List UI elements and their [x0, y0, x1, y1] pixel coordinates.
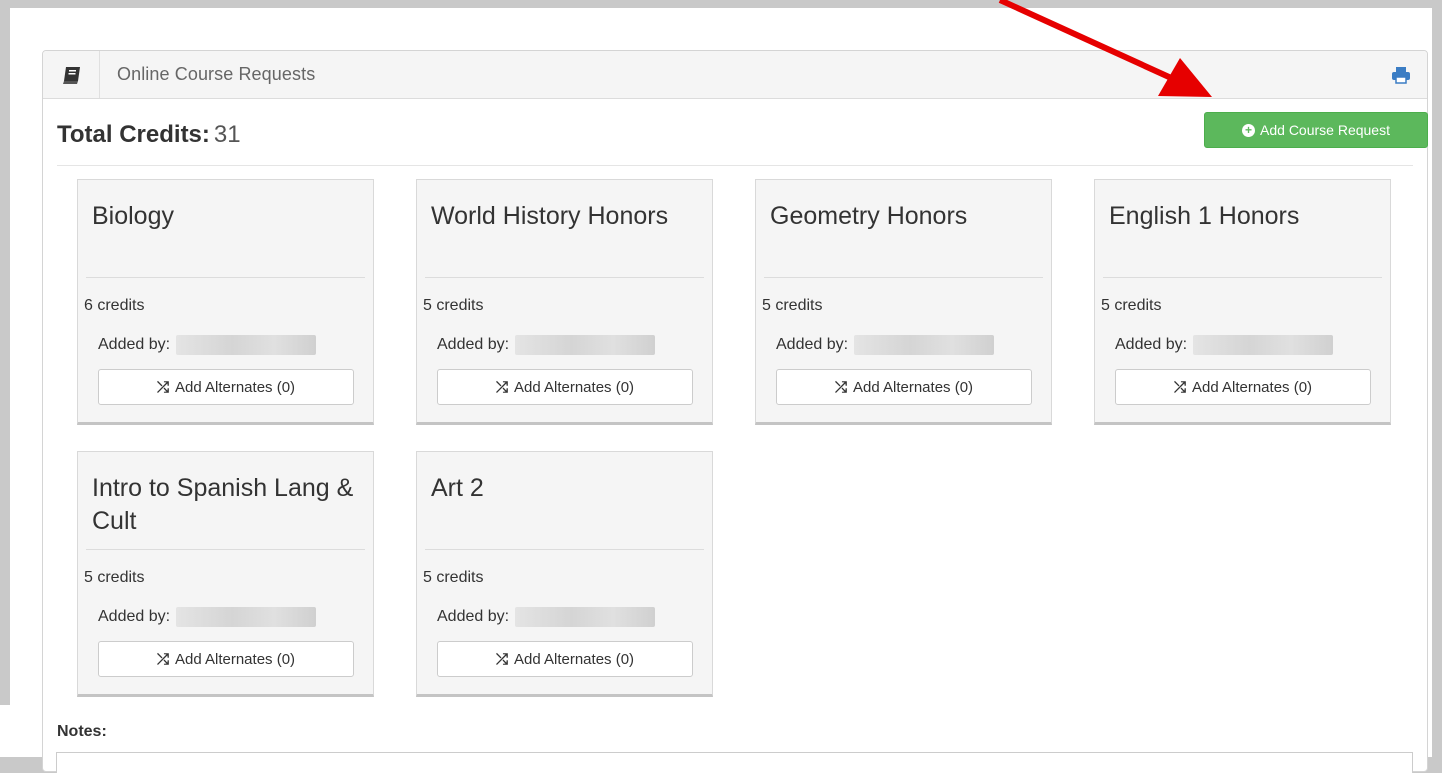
- redacted-name: [854, 335, 995, 355]
- added-by-label: Added by:: [437, 608, 510, 625]
- add-alternates-button[interactable]: ⤮ Add Alternates (0): [437, 641, 693, 677]
- course-title: Geometry Honors: [770, 202, 968, 230]
- card-divider: [425, 549, 704, 550]
- added-by: Added by:: [98, 607, 317, 627]
- add-alternates-button[interactable]: ⤮ Add Alternates (0): [437, 369, 693, 405]
- course-title: Art 2: [431, 474, 484, 502]
- total-credits-label: Total Credits:: [57, 121, 210, 148]
- total-credits-value: 31: [213, 121, 241, 148]
- add-alternates-button[interactable]: ⤮ Add Alternates (0): [1115, 369, 1371, 405]
- notes-label: Notes:: [57, 723, 107, 740]
- shuffle-icon: ⤮: [1173, 378, 1186, 396]
- card-divider: [86, 277, 365, 278]
- course-title: English 1 Honors: [1109, 202, 1300, 230]
- course-credits: 5 credits: [84, 569, 145, 586]
- add-alternates-label: Add Alternates (0): [174, 378, 296, 396]
- card-divider: [1103, 277, 1382, 278]
- add-alternates-label: Add Alternates (0): [1191, 378, 1313, 396]
- add-course-request-button[interactable]: + Add Course Request: [1204, 112, 1428, 148]
- redacted-name: [515, 607, 656, 627]
- add-alternates-label: Add Alternates (0): [513, 650, 635, 668]
- redacted-name: [176, 335, 317, 355]
- panel-title: Online Course Requests: [117, 64, 316, 84]
- course-card: English 1 Honors 5 credits Added by: ⤮ A…: [1094, 179, 1391, 425]
- added-by: Added by:: [437, 607, 656, 627]
- course-card: Art 2 5 credits Added by: ⤮ Add Alternat…: [416, 451, 713, 697]
- course-card: Geometry Honors 5 credits Added by: ⤮ Ad…: [755, 179, 1052, 425]
- add-alternates-label: Add Alternates (0): [513, 378, 635, 396]
- notes-textarea[interactable]: [56, 752, 1413, 773]
- course-requests-panel: Online Course Requests Total Credits: 31 …: [42, 50, 1428, 772]
- add-alternates-label: Add Alternates (0): [852, 378, 974, 396]
- redacted-name: [515, 335, 656, 355]
- redacted-name: [176, 607, 317, 627]
- added-by-label: Added by:: [98, 336, 171, 353]
- course-card: World History Honors 5 credits Added by:…: [416, 179, 713, 425]
- course-title: World History Honors: [431, 202, 669, 230]
- course-title: Intro to Spanish Lang & Cult: [92, 474, 354, 535]
- shuffle-icon: ⤮: [156, 650, 169, 668]
- add-course-request-label: Add Course Request: [1260, 122, 1390, 138]
- course-card: Biology 6 credits Added by: ⤮ Add Altern…: [77, 179, 374, 425]
- add-alternates-label: Add Alternates (0): [174, 650, 296, 668]
- total-credits: Total Credits: 31: [57, 121, 241, 149]
- added-by: Added by:: [776, 335, 995, 355]
- redacted-name: [1193, 335, 1334, 355]
- book-icon: [63, 67, 80, 84]
- added-by-label: Added by:: [1115, 336, 1188, 353]
- add-alternates-button[interactable]: ⤮ Add Alternates (0): [98, 641, 354, 677]
- added-by: Added by:: [1115, 335, 1334, 355]
- course-credits: 5 credits: [762, 297, 823, 314]
- course-title: Biology: [92, 202, 174, 230]
- print-icon[interactable]: [1391, 66, 1411, 84]
- added-by: Added by:: [98, 335, 317, 355]
- course-credits: 5 credits: [423, 297, 484, 314]
- course-card: Intro to Spanish Lang & Cult 5 credits A…: [77, 451, 374, 697]
- shuffle-icon: ⤮: [495, 378, 508, 396]
- added-by-label: Added by:: [776, 336, 849, 353]
- shuffle-icon: ⤮: [495, 650, 508, 668]
- added-by-label: Added by:: [98, 608, 171, 625]
- header-separator: [99, 51, 100, 98]
- course-credits: 5 credits: [423, 569, 484, 586]
- card-divider: [425, 277, 704, 278]
- shuffle-icon: ⤮: [834, 378, 847, 396]
- plus-circle-icon: +: [1242, 123, 1256, 137]
- course-credits: 5 credits: [1101, 297, 1162, 314]
- card-divider: [764, 277, 1043, 278]
- add-alternates-button[interactable]: ⤮ Add Alternates (0): [776, 369, 1032, 405]
- course-credits: 6 credits: [84, 297, 145, 314]
- added-by-label: Added by:: [437, 336, 510, 353]
- divider: [57, 165, 1413, 166]
- added-by: Added by:: [437, 335, 656, 355]
- shuffle-icon: ⤮: [156, 378, 169, 396]
- panel-header: Online Course Requests: [43, 51, 1427, 99]
- card-divider: [86, 549, 365, 550]
- add-alternates-button[interactable]: ⤮ Add Alternates (0): [98, 369, 354, 405]
- left-edge: [0, 705, 10, 757]
